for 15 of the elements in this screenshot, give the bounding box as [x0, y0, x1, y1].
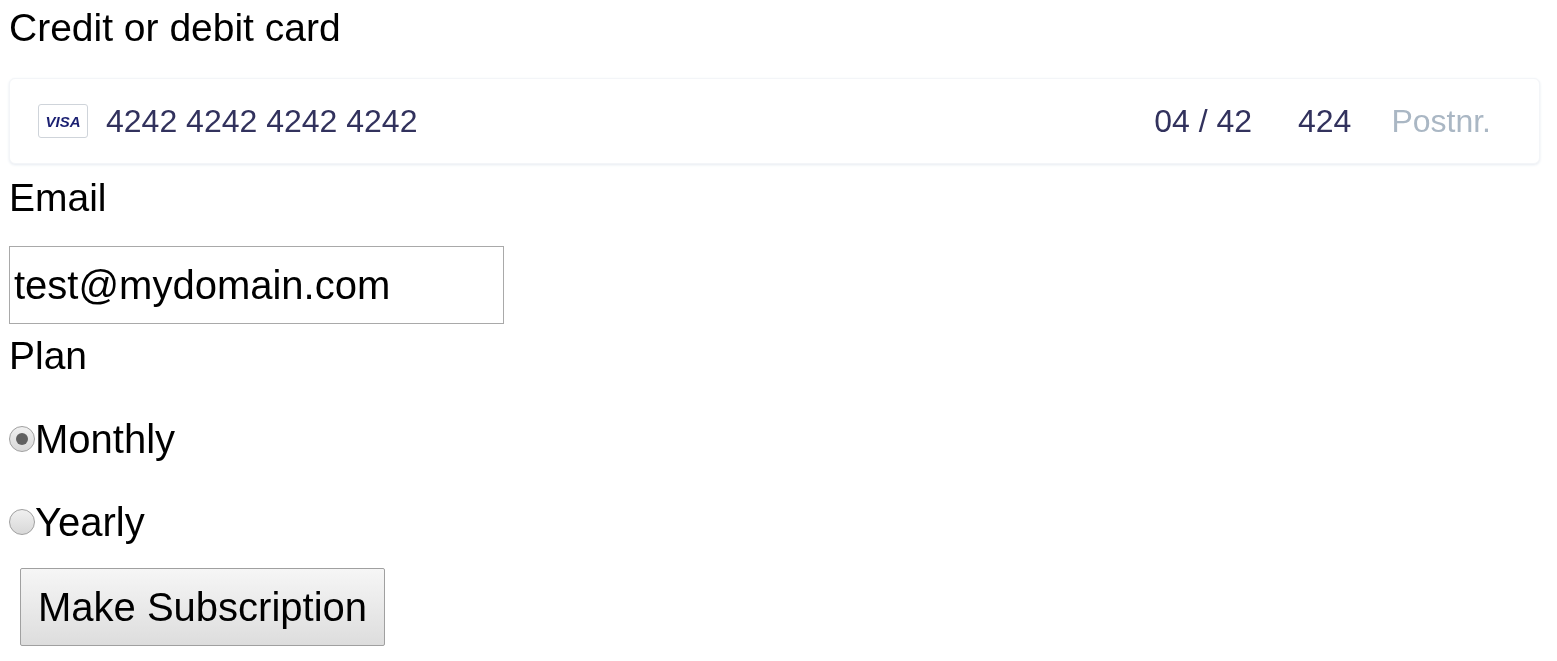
postal-code-placeholder: Postnr.: [1391, 102, 1491, 140]
card-field[interactable]: VISA 4242 4242 4242 4242 04 / 42 424 Postnr.: [9, 78, 1540, 164]
card-number: 4242 4242 4242 4242: [106, 102, 419, 140]
field-label: Plan: [9, 333, 89, 379]
radio-button[interactable]: [9, 509, 35, 535]
radio-button[interactable]: [9, 426, 35, 452]
card-brand-logo: VISA: [38, 104, 88, 138]
card-expiry: 04 / 42: [1154, 102, 1252, 140]
field-label: Credit or debit card: [9, 5, 342, 51]
email-field[interactable]: test@mydomain.com: [9, 246, 504, 324]
radio-label[interactable]: Yearly: [35, 498, 145, 546]
field-label: Email: [9, 175, 108, 221]
card-cvc: 424: [1298, 102, 1352, 140]
radio-label[interactable]: Monthly: [35, 415, 176, 463]
subscribe-button[interactable]: Make Subscription: [20, 568, 386, 646]
